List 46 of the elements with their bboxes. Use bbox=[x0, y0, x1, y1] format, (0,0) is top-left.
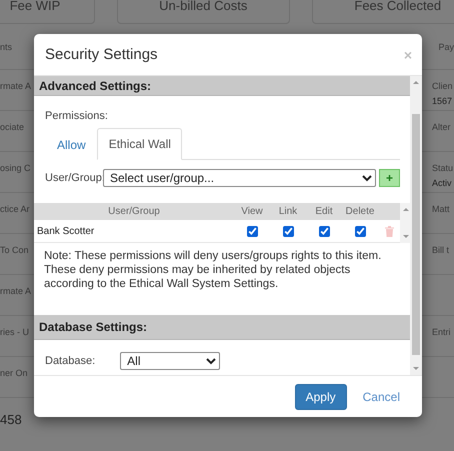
summary-card: Fee WIP bbox=[0, 0, 95, 24]
user-group-select[interactable]: Select user/group... bbox=[103, 169, 376, 187]
field-label: To Con bbox=[0, 244, 29, 256]
column-header: Delete bbox=[344, 206, 376, 217]
apply-button[interactable]: Apply bbox=[294, 384, 347, 410]
field-label: ner On bbox=[0, 367, 28, 379]
field-label: ctice Ar bbox=[0, 203, 30, 215]
field-label: ries - U bbox=[0, 326, 29, 338]
permission-checkbox[interactable] bbox=[354, 226, 366, 236]
field-value: Activ bbox=[432, 177, 452, 189]
permission-checkbox[interactable] bbox=[246, 226, 258, 236]
database-label: Database: bbox=[45, 355, 96, 367]
column-header: Edit bbox=[314, 206, 334, 217]
permissions-label: Permissions: bbox=[45, 110, 108, 122]
field-label: Bill t bbox=[432, 244, 450, 256]
field-label: Clien bbox=[432, 80, 453, 92]
database-select[interactable]: All bbox=[120, 352, 220, 370]
dialog-title: Security Settings bbox=[45, 46, 158, 63]
field-label: Matt bbox=[432, 203, 450, 215]
column-header: User/Group bbox=[107, 206, 161, 217]
field-label: Statu bbox=[432, 162, 454, 174]
field-value: 458 bbox=[0, 412, 22, 427]
field-label: ociate bbox=[0, 121, 24, 133]
permission-checkbox[interactable] bbox=[318, 226, 330, 236]
scrollbar-thumb[interactable] bbox=[412, 114, 420, 355]
section-heading: Advanced Settings: bbox=[34, 76, 410, 96]
field-label: rmate A bbox=[0, 80, 32, 92]
table-cell-text: Bank Scotter bbox=[36, 226, 96, 236]
field-value: 1567 bbox=[432, 95, 452, 107]
summary-card: Fees Collected bbox=[312, 0, 454, 24]
column-header: Link bbox=[278, 206, 298, 217]
cancel-link[interactable]: Cancel bbox=[362, 384, 401, 410]
note-text: Note: These permissions will deny users/groups rights to this item. These deny permissions may be inherited by related objects according to the Ethical Wall System Settings. bbox=[43, 249, 382, 292]
permission-checkbox[interactable] bbox=[282, 226, 294, 236]
field-label: rmate A bbox=[0, 285, 32, 297]
field-label: Alter bbox=[432, 121, 451, 133]
summary-card: Un-billed Costs bbox=[117, 0, 290, 24]
page-tab[interactable]: Pay bbox=[438, 40, 454, 52]
field-label: osing C bbox=[0, 162, 31, 174]
permission-tab[interactable]: Ethical Wall bbox=[96, 128, 182, 160]
page-tab[interactable]: nts bbox=[0, 40, 12, 52]
user-group-label: User/Group: bbox=[45, 172, 103, 184]
add-button[interactable]: + bbox=[379, 169, 400, 187]
field-label: Entri bbox=[432, 326, 451, 338]
column-header: View bbox=[240, 206, 264, 217]
section-heading: Database Settings: bbox=[34, 315, 410, 340]
